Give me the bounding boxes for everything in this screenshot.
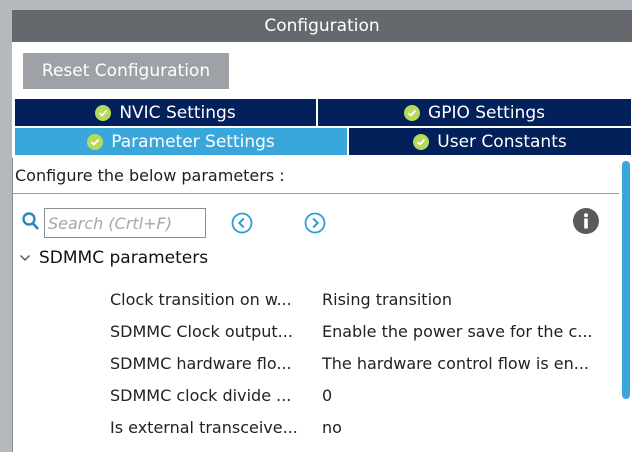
check-circle-icon	[404, 104, 421, 121]
param-row[interactable]: Clock transition on w... Rising transiti…	[13, 285, 619, 317]
chevron-left-circle-icon[interactable]	[231, 212, 253, 238]
param-value[interactable]: Enable the power save for the c...	[322, 322, 593, 341]
param-value[interactable]: no	[322, 418, 342, 437]
search-input[interactable]	[44, 208, 206, 238]
check-circle-icon	[87, 133, 104, 150]
scrollbar-thumb[interactable]	[622, 161, 630, 399]
check-circle-icon	[413, 133, 430, 150]
divider	[13, 193, 619, 194]
param-name: SDMMC clock divide ...	[110, 386, 292, 405]
param-row[interactable]: SDMMC Clock output... Enable the power s…	[13, 317, 619, 349]
panel-title: Configuration	[12, 10, 632, 42]
tab-gpio-settings[interactable]: GPIO Settings	[317, 98, 632, 127]
configuration-panel: Configuration Reset Configuration NVIC S…	[12, 10, 632, 452]
tab-user-constants[interactable]: User Constants	[348, 127, 632, 156]
tab-parameter-settings[interactable]: Parameter Settings	[14, 127, 348, 156]
param-value[interactable]: The hardware control flow is en...	[322, 354, 589, 373]
param-row[interactable]: SDMMC hardware flo... The hardware contr…	[13, 349, 619, 381]
tab-label: GPIO Settings	[428, 102, 545, 123]
search-icon[interactable]	[22, 212, 40, 236]
chevron-down-icon[interactable]	[19, 248, 31, 268]
chevron-right-circle-icon[interactable]	[304, 212, 326, 238]
section-label: SDMMC parameters	[39, 248, 209, 268]
tab-label: User Constants	[437, 131, 567, 152]
vertical-scrollbar[interactable]	[619, 158, 632, 452]
param-value[interactable]: 0	[322, 386, 332, 405]
section-sdmmc-parameters[interactable]: SDMMC parameters	[19, 248, 208, 268]
description-text: Configure the below parameters :	[15, 166, 285, 185]
check-circle-icon	[95, 104, 112, 121]
param-name: Clock transition on w...	[110, 290, 292, 309]
tab-label: NVIC Settings	[119, 102, 236, 123]
parameter-settings-content: Configure the below parameters : Search …	[12, 158, 632, 452]
param-value[interactable]: Rising transition	[322, 290, 452, 309]
info-icon[interactable]	[573, 208, 599, 238]
param-row[interactable]: SDMMC clock divide ... 0	[13, 381, 619, 413]
reset-configuration-button[interactable]: Reset Configuration	[23, 53, 229, 89]
param-name: SDMMC hardware flo...	[110, 354, 292, 373]
tab-nvic-settings[interactable]: NVIC Settings	[14, 98, 317, 127]
param-name: Is external transceive...	[110, 418, 298, 437]
tab-label: Parameter Settings	[111, 131, 275, 152]
param-row[interactable]: Is external transceive... no	[13, 413, 619, 445]
param-name: SDMMC Clock output...	[110, 322, 293, 341]
